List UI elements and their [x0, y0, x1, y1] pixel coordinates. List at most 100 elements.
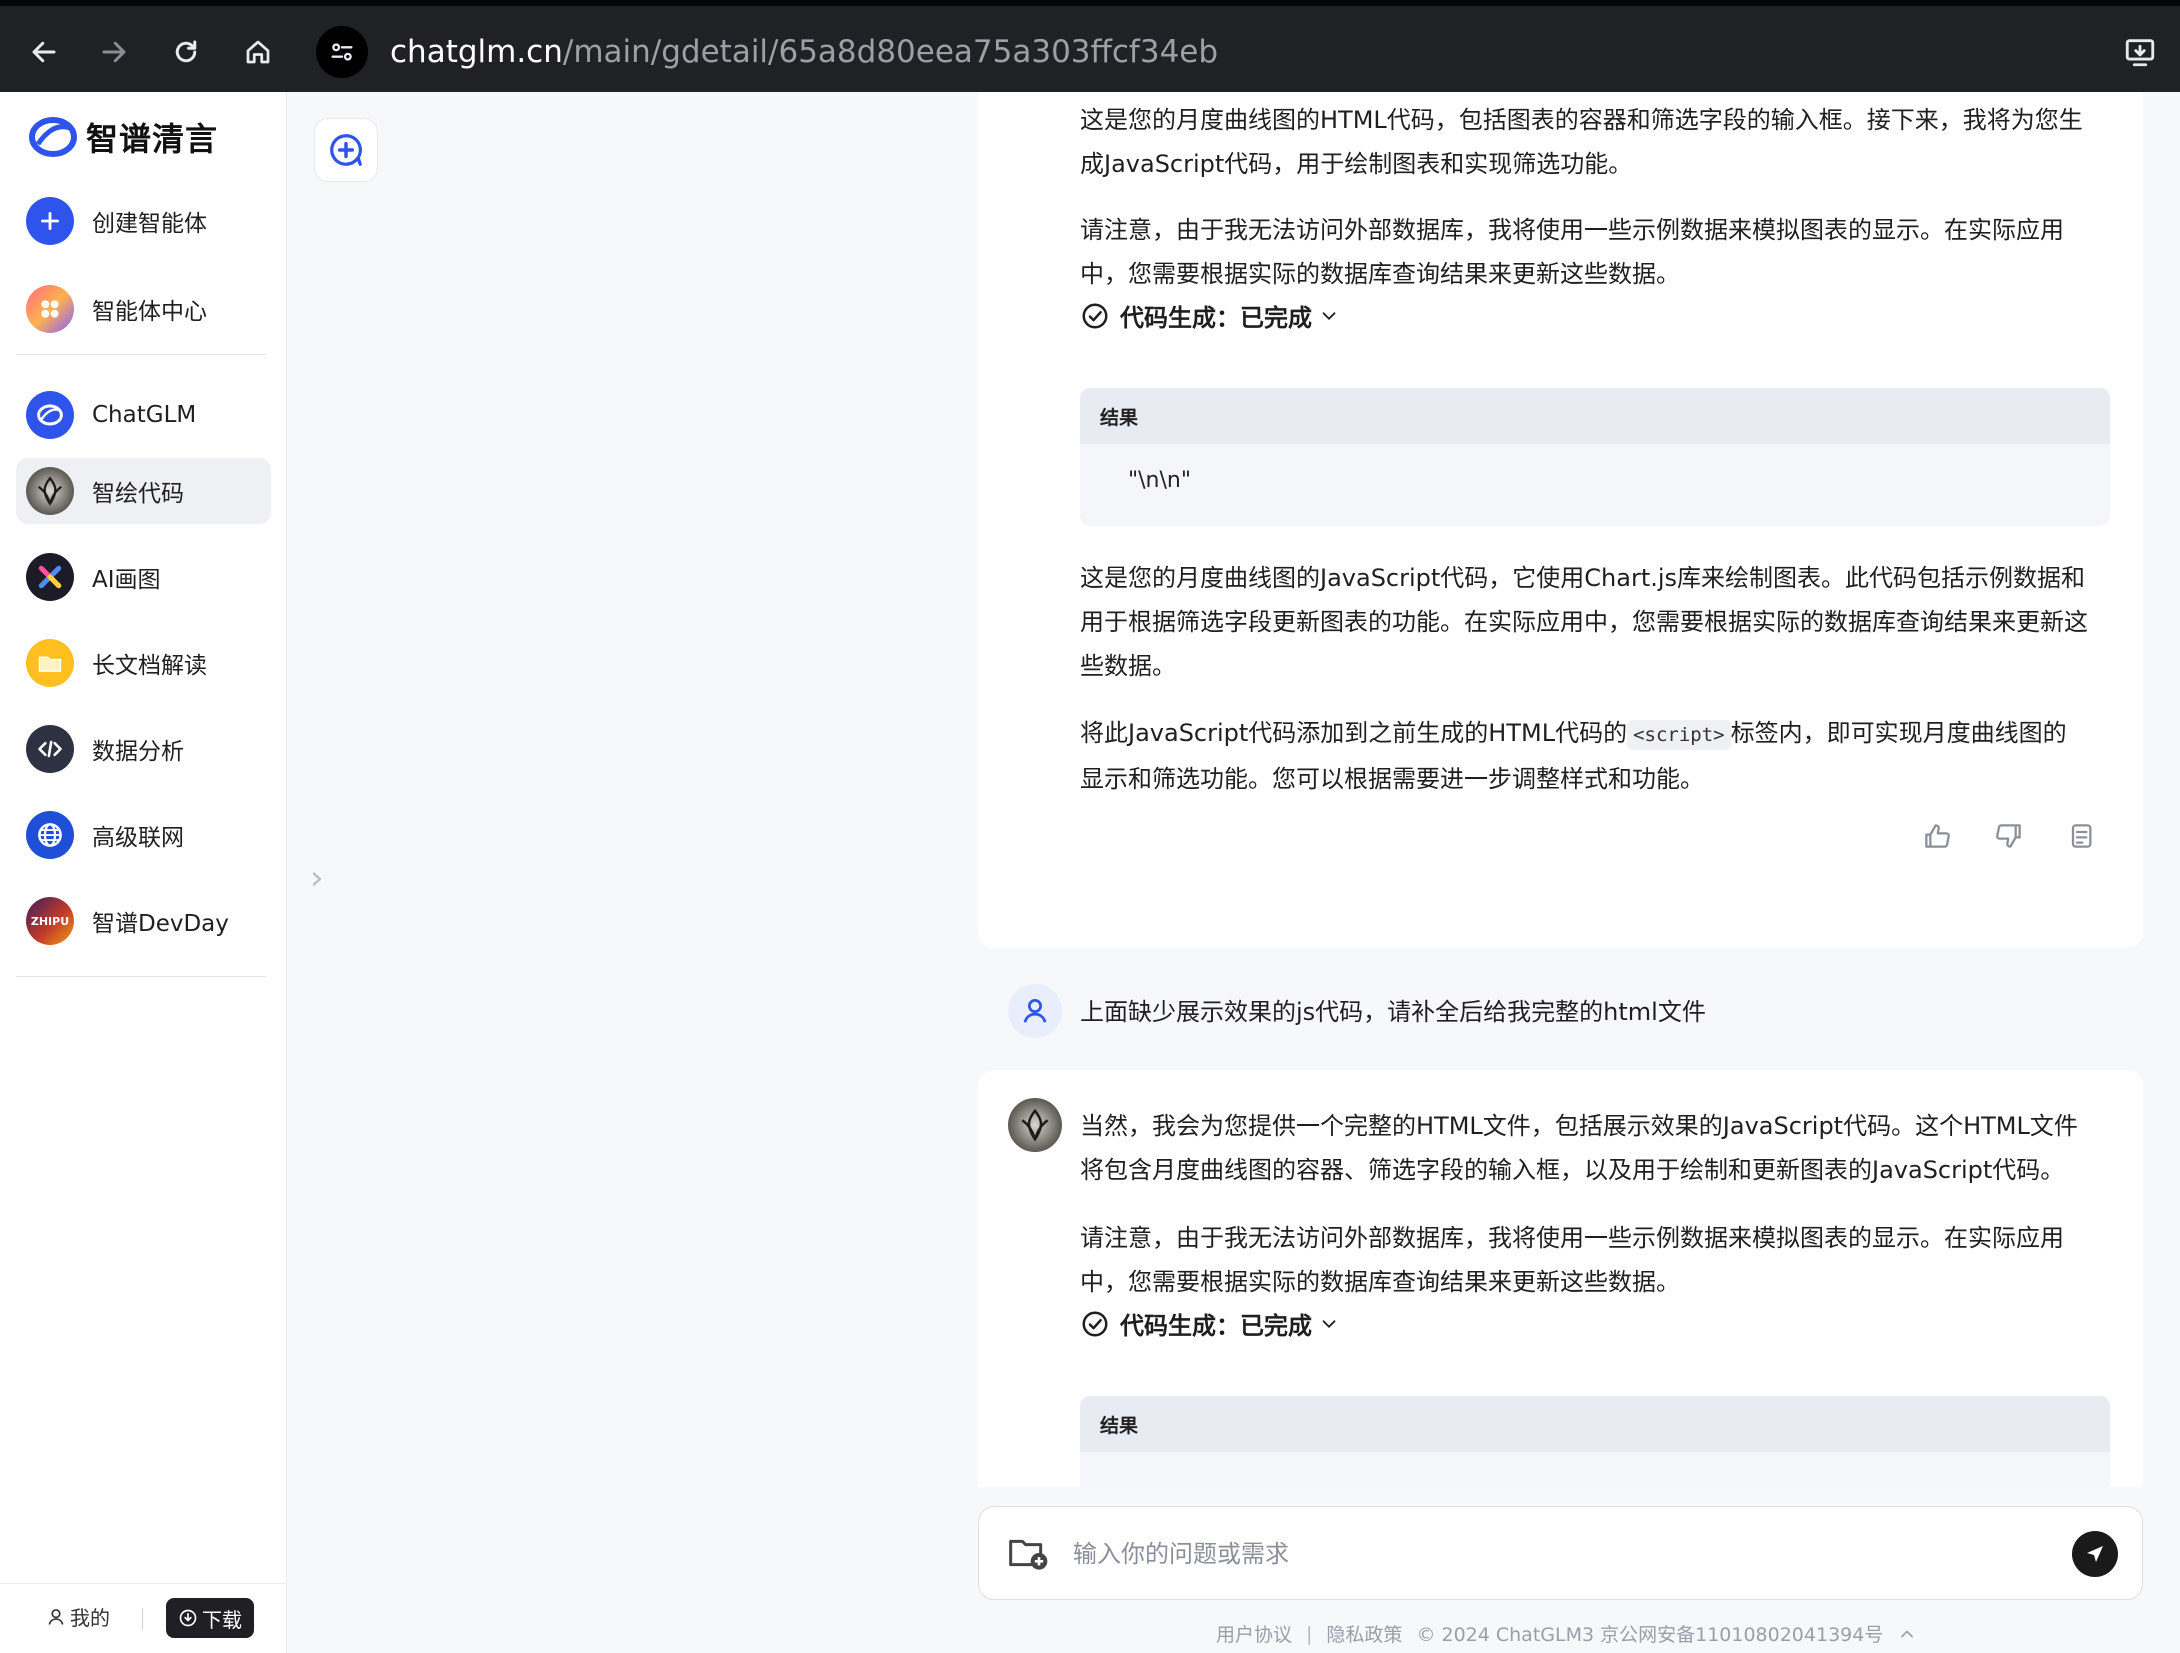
thumbs-down-icon[interactable] [1993, 820, 2025, 852]
sidebar-item-web-search[interactable]: 高级联网 [16, 802, 271, 868]
my-account-label: 我的 [70, 1606, 110, 1630]
sidebar-divider [16, 976, 266, 977]
message-actions [1921, 820, 2097, 852]
message-paragraph: 当然，我会为您提供一个完整的HTML文件，包括展示效果的JavaScript代码… [1080, 1112, 2078, 1184]
download-icon [179, 1609, 197, 1627]
privacy-link[interactable]: 隐私政策 [1326, 1620, 1402, 1647]
send-button[interactable] [2072, 1531, 2118, 1577]
assistant-message: 这是您的月度曲线图的HTML代码，包括图表的容器和筛选字段的输入框。接下来，我将… [978, 92, 2143, 948]
copyright-text: © 2024 ChatGLM3 京公网安备11010802041394号 [1416, 1624, 1884, 1646]
code-status-label: 代码生成：已完成 [1120, 1312, 1312, 1340]
devday-logo-icon: ZHIPU [26, 897, 74, 945]
url-host: chatglm.cn [390, 34, 563, 70]
code-status-toggle[interactable]: 代码生成：已完成 [1080, 298, 1340, 333]
sidebar-footer: 我的 下载 [0, 1583, 287, 1653]
assistant-avatar [1008, 1098, 1062, 1152]
footer-separator [142, 1608, 143, 1630]
sidebar-toggle-icon[interactable]: › [310, 858, 324, 898]
chat-input[interactable] [1073, 1529, 1973, 1579]
message-paragraph: 这是您的月度曲线图的JavaScript代码，它使用Chart.js库来绘制图表… [1080, 564, 2088, 680]
inline-code: <script> [1627, 720, 1731, 750]
folder-upload-icon[interactable] [1007, 1533, 1051, 1573]
result-block: 结果 [1080, 1396, 2110, 1487]
home-button[interactable] [232, 26, 284, 78]
sidebar-item-label: ChatGLM [92, 402, 197, 428]
sidebar-item-label: 智能体中心 [92, 299, 207, 325]
home-icon [246, 40, 270, 64]
address-bar[interactable]: chatglm.cn/main/gdetail/65a8d80eea75a303… [316, 18, 2096, 86]
assistant-message: 当然，我会为您提供一个完整的HTML文件，包括展示效果的JavaScript代码… [978, 1070, 2143, 1487]
install-app-button[interactable] [2114, 26, 2166, 78]
sidebar-item-chatglm[interactable]: ChatGLM [16, 382, 271, 448]
sidebar-item-label: 数据分析 [92, 739, 184, 765]
user-message: 上面缺少展示效果的js代码，请补全后给我完整的html文件 [1080, 998, 1706, 1026]
terms-link[interactable]: 用户协议 [1216, 1620, 1292, 1647]
plus-icon [26, 197, 74, 245]
download-label: 下载 [202, 1607, 242, 1632]
sidebar-item-create-agent[interactable]: 创建智能体 [16, 188, 271, 254]
sidebar: 智谱清言 创建智能体 智能体中心 ChatGLM 智绘代码 AI画图 长文档解读… [0, 92, 287, 1653]
result-title: 结果 [1080, 1396, 2110, 1452]
chatglm-icon [26, 391, 74, 439]
my-account-button[interactable]: 我的 [46, 1602, 110, 1631]
install-icon [2125, 39, 2155, 67]
chat-thread: 这是您的月度曲线图的HTML代码，包括图表的容器和筛选字段的输入框。接下来，我将… [978, 92, 2143, 1487]
user-avatar [1008, 984, 1062, 1038]
result-title: 结果 [1080, 388, 2110, 444]
sidebar-item-label: 智谱DevDay [92, 911, 229, 937]
result-value: "\n\n" [1128, 468, 1191, 493]
back-button[interactable] [18, 26, 70, 78]
message-paragraph: 请注意，由于我无法访问外部数据库，我将使用一些示例数据来模拟图表的显示。在实际应… [1080, 1224, 2064, 1296]
chevron-down-icon [1322, 311, 1336, 320]
chevron-down-icon [1322, 1319, 1336, 1328]
arrow-left-icon [32, 41, 56, 63]
page-footer: 用户协议 | 隐私政策 © 2024 ChatGLM3 京公网安备1101080… [1216, 1620, 1917, 1647]
sidebar-item-label: 长文档解读 [92, 653, 207, 679]
message-paragraph: 这是您的月度曲线图的HTML代码，包括图表的容器和筛选字段的输入框。接下来，我将… [1080, 106, 2083, 178]
brand-name: 智谱清言 [86, 120, 219, 158]
check-circle-icon [1082, 1311, 1108, 1336]
browser-toolbar: chatglm.cn/main/gdetail/65a8d80eea75a303… [0, 0, 2180, 92]
sidebar-item-devday[interactable]: ZHIPU 智谱DevDay [16, 888, 271, 954]
result-block: 结果 "\n\n" [1080, 388, 2110, 526]
sidebar-item-label: 创建智能体 [92, 211, 207, 237]
forward-button[interactable] [88, 26, 140, 78]
agent-center-icon [26, 285, 74, 333]
zhipu-logo-icon [29, 117, 77, 157]
sidebar-divider [16, 354, 266, 355]
sidebar-item-ai-drawing[interactable]: AI画图 [16, 544, 271, 610]
sidebar-item-label: AI画图 [92, 567, 161, 593]
check-circle-icon [1082, 303, 1108, 328]
brand-logo[interactable]: 智谱清言 [28, 114, 218, 160]
copy-icon[interactable] [2065, 820, 2097, 852]
user-icon [1023, 999, 1047, 1023]
send-icon [2087, 1546, 2103, 1562]
code-icon [26, 725, 74, 773]
ai-drawing-icon [26, 553, 74, 601]
sidebar-item-agent-center[interactable]: 智能体中心 [16, 276, 271, 342]
reload-button[interactable] [160, 26, 212, 78]
code-status-toggle[interactable]: 代码生成：已完成 [1080, 1306, 1340, 1341]
reload-icon [175, 40, 197, 63]
new-chat-button[interactable] [314, 118, 378, 182]
url-text[interactable]: chatglm.cn/main/gdetail/65a8d80eea75a303… [390, 34, 1218, 70]
chevron-up-icon[interactable] [1897, 1624, 1917, 1644]
message-paragraph: 请注意，由于我无法访问外部数据库，我将使用一些示例数据来模拟图表的显示。在实际应… [1080, 216, 2064, 288]
message-paragraph: 将此JavaScript代码添加到之前生成的HTML代码的 <script> 标签内… [1080, 719, 2067, 793]
site-info-icon[interactable] [316, 26, 368, 78]
chat-input-container [978, 1506, 2143, 1600]
sidebar-item-label: 高级联网 [92, 825, 184, 851]
sidebar-item-code-drawing[interactable]: 智绘代码 [16, 458, 271, 524]
thumbs-up-icon[interactable] [1921, 820, 1953, 852]
url-path: /main/gdetail/65a8d80eea75a303ffcf34eb [562, 34, 1219, 70]
user-icon [48, 1608, 64, 1625]
code-status-label: 代码生成：已完成 [1120, 304, 1312, 332]
code-agent-avatar-icon [26, 467, 74, 515]
sidebar-item-data-analysis[interactable]: 数据分析 [16, 716, 271, 782]
globe-icon [26, 811, 74, 859]
sidebar-item-long-doc[interactable]: 长文档解读 [16, 630, 271, 696]
arrow-right-icon [102, 41, 126, 63]
sidebar-item-label: 智绘代码 [92, 481, 184, 507]
folder-icon [26, 639, 74, 687]
download-button[interactable]: 下载 [166, 1598, 254, 1638]
